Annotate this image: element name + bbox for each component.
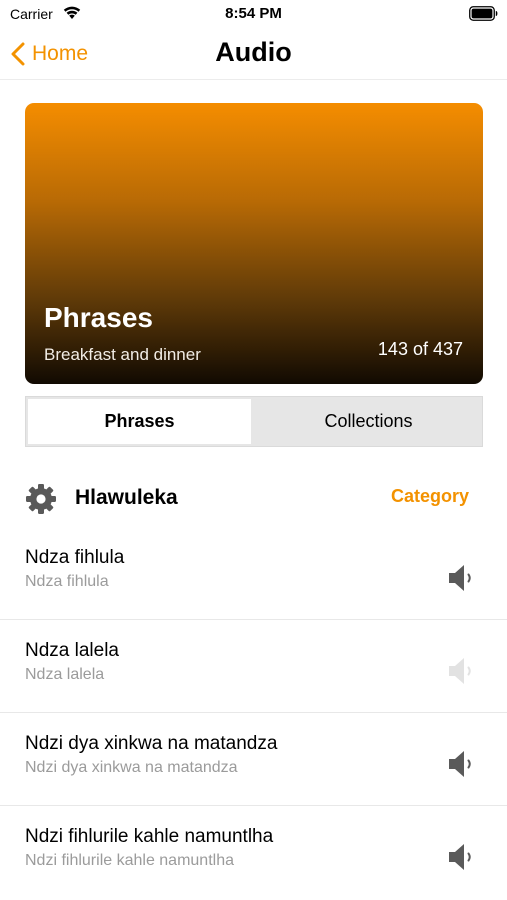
phrase-translation: Ndza lalela	[25, 666, 105, 683]
speaker-icon[interactable]	[446, 562, 478, 594]
list-item[interactable]: Ndzi fihlurile kahle namuntlha Ndzi fihl…	[0, 806, 507, 899]
gear-icon[interactable]	[25, 483, 57, 515]
phrase-translation: Ndzi dya xinkwa na matandza	[25, 759, 238, 776]
phrase-text: Ndzi dya xinkwa na matandza	[25, 733, 278, 754]
speaker-icon[interactable]	[446, 655, 478, 687]
phrase-text: Ndza fihlula	[25, 547, 125, 568]
status-time: 8:54 PM	[225, 5, 282, 22]
segment-phrases[interactable]: Phrases	[28, 399, 251, 444]
speaker-icon[interactable]	[446, 748, 478, 780]
navigation-bar: Home Audio	[0, 28, 507, 80]
battery-icon	[469, 6, 498, 21]
page-title: Audio	[215, 37, 292, 67]
segmented-control: Phrases Collections	[25, 396, 483, 447]
phrase-text: Ndzi fihlurile kahle namuntlha	[25, 826, 274, 847]
hero-subtitle: Breakfast and dinner	[44, 345, 201, 364]
hero-count: 143 of 437	[377, 339, 463, 359]
phrase-translation: Ndza fihlula	[25, 573, 109, 590]
speaker-icon[interactable]	[446, 841, 478, 873]
segment-collections[interactable]: Collections	[255, 397, 482, 446]
hero-title: Phrases	[44, 302, 153, 333]
phrase-text: Ndza lalela	[25, 640, 119, 661]
filter-label: Hlawuleka	[75, 486, 178, 509]
list-item[interactable]: Ndza lalela Ndza lalela	[0, 620, 507, 713]
status-bar: Carrier 8:54 PM	[0, 0, 507, 28]
phrase-translation: Ndzi fihlurile kahle namuntlha	[25, 852, 234, 869]
hero-card: Phrases Breakfast and dinner 143 of 437	[25, 103, 483, 384]
list-item[interactable]: Ndzi dya xinkwa na matandza Ndzi dya xin…	[0, 713, 507, 806]
list-item[interactable]: Ndza fihlula Ndza fihlula	[0, 527, 507, 620]
filter-row: Hlawuleka Category	[0, 478, 507, 520]
category-button[interactable]: Category	[391, 486, 469, 507]
